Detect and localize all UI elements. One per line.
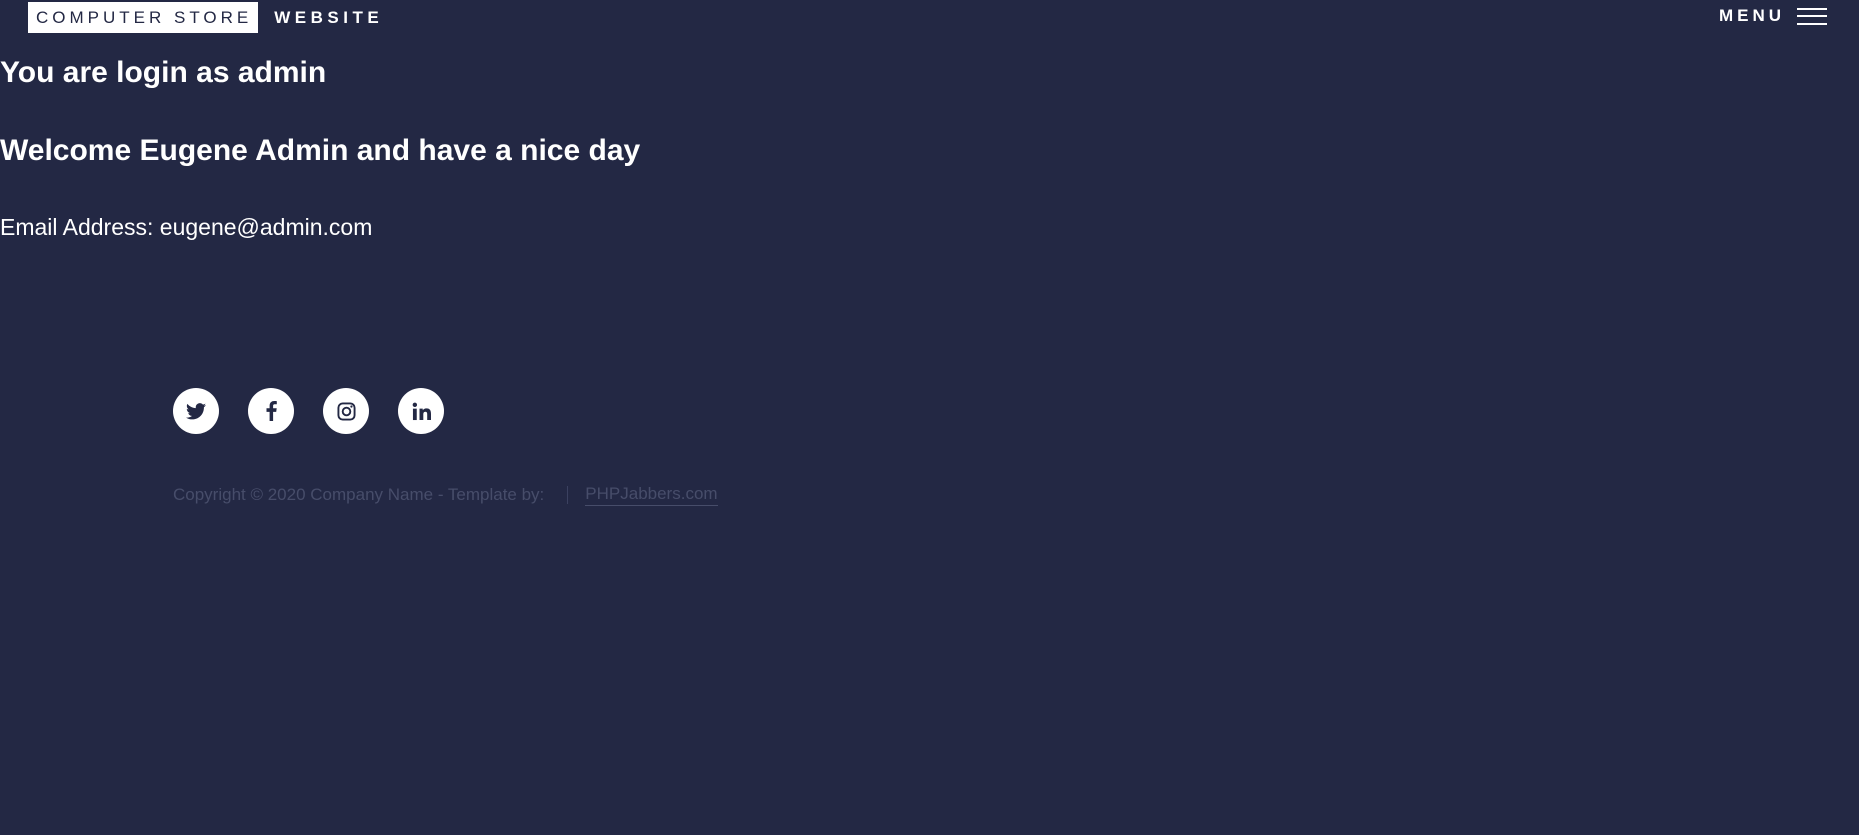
footer-divider <box>567 486 569 504</box>
instagram-link[interactable] <box>323 388 369 434</box>
instagram-icon <box>336 401 356 421</box>
social-links <box>173 388 473 434</box>
email-line: Email Address: eugene@admin.com <box>0 214 372 241</box>
logo-highlight: COMPUTER STORE <box>28 2 259 33</box>
page: COMPUTER STORE WEBSITE MENU You are logi… <box>0 0 1859 835</box>
site-logo[interactable]: COMPUTER STORE WEBSITE <box>28 2 383 33</box>
twitter-link[interactable] <box>173 388 219 434</box>
linkedin-icon <box>412 402 431 420</box>
copyright-text: Copyright © 2020 Company Name - Template… <box>173 485 545 504</box>
phpjabbers-link[interactable]: PHPJabbers.com <box>585 484 718 506</box>
email-label: Email Address: <box>0 214 154 240</box>
welcome-heading: Welcome Eugene Admin and have a nice day <box>0 134 641 167</box>
footer-copyright: Copyright © 2020 Company Name - Template… <box>173 484 718 506</box>
logo-text: WEBSITE <box>274 7 384 27</box>
linkedin-link[interactable] <box>398 388 444 434</box>
login-heading: You are login as admin <box>0 56 327 89</box>
menu-button[interactable]: MENU <box>1719 6 1827 26</box>
twitter-icon <box>186 402 206 419</box>
menu-label: MENU <box>1718 6 1785 25</box>
hamburger-icon <box>1797 7 1827 25</box>
facebook-link[interactable] <box>248 388 294 434</box>
email-value: eugene@admin.com <box>159 214 373 240</box>
facebook-icon <box>266 401 277 421</box>
